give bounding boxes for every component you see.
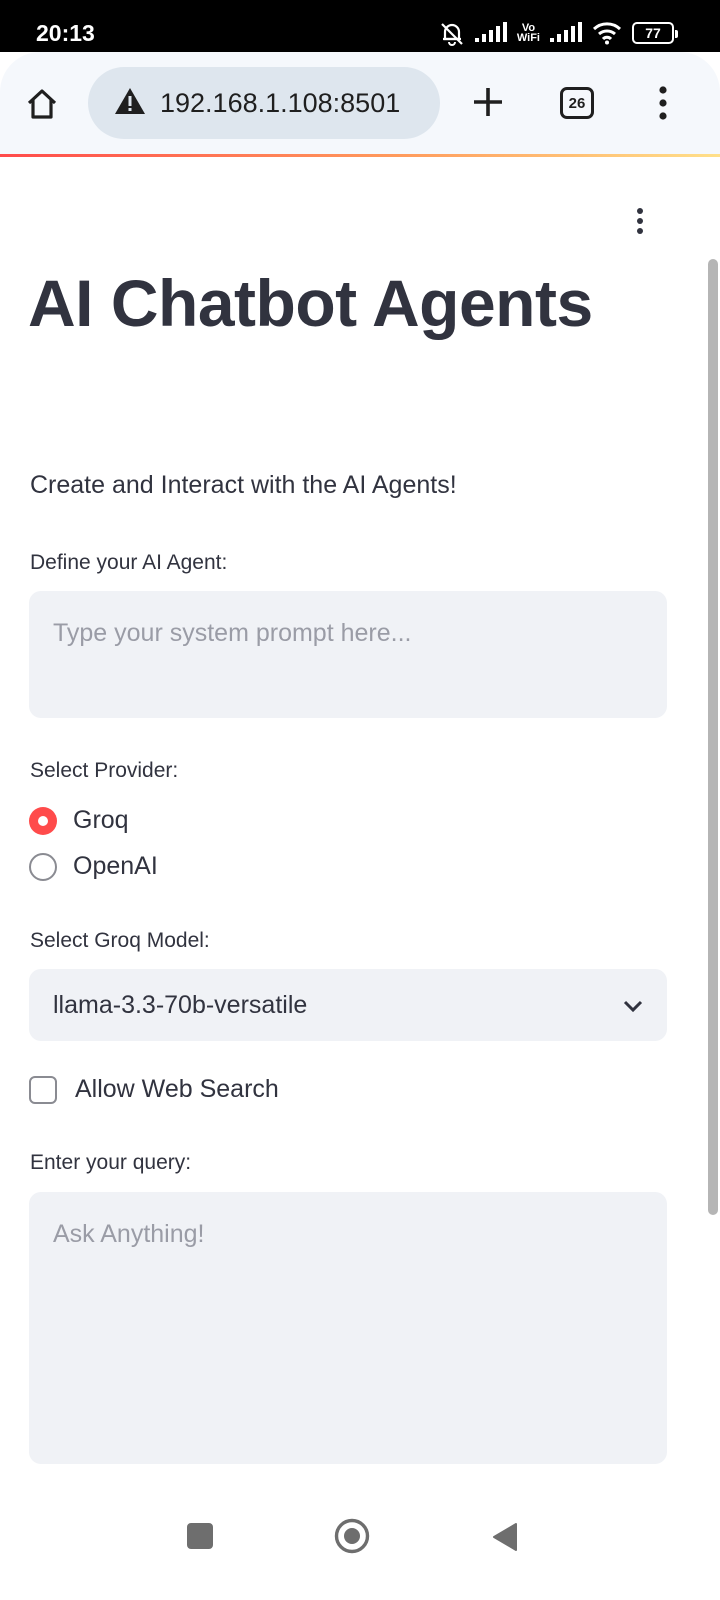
- signal-icon: [550, 22, 582, 44]
- home-circle-icon[interactable]: [334, 1518, 370, 1559]
- vowifi-bottom-label: WiFi: [516, 32, 540, 44]
- model-select[interactable]: llama-3.3-70b-versatile: [29, 969, 667, 1041]
- app-menu-kebab-icon[interactable]: [636, 207, 660, 237]
- chevron-down-icon: [623, 991, 643, 1020]
- scrollbar[interactable]: [708, 259, 718, 1215]
- page-subtitle: Create and Interact with the AI Agents!: [30, 471, 457, 499]
- url-text: 192.168.1.108:8501: [160, 87, 401, 118]
- mute-bell-icon: [439, 20, 465, 46]
- radio-unchecked-icon[interactable]: [29, 852, 57, 881]
- new-tab-plus-icon[interactable]: [470, 84, 506, 120]
- web-search-label: Allow Web Search: [75, 1075, 279, 1103]
- not-secure-warning-icon[interactable]: [114, 87, 146, 120]
- battery-icon: 77: [632, 22, 678, 44]
- checkbox-icon[interactable]: [29, 1075, 57, 1104]
- model-label: Select Groq Model:: [30, 929, 210, 952]
- provider-option-label: Groq: [73, 806, 129, 834]
- query-placeholder: Ask Anything!: [53, 1220, 205, 1248]
- query-input[interactable]: Ask Anything!: [29, 1192, 667, 1464]
- home-icon[interactable]: [22, 84, 62, 124]
- page-title: AI Chatbot Agents: [28, 266, 593, 340]
- tab-count: 26: [560, 87, 594, 119]
- address-bar[interactable]: 192.168.1.108:8501: [88, 67, 440, 139]
- web-page: AI Chatbot Agents Create and Interact wi…: [0, 157, 720, 1480]
- vowifi-icon: Vo WiFi: [516, 23, 540, 44]
- provider-option-openai[interactable]: OpenAI: [29, 852, 158, 881]
- web-search-toggle[interactable]: Allow Web Search: [29, 1075, 279, 1104]
- back-triangle-icon[interactable]: [492, 1522, 518, 1557]
- provider-label: Select Provider:: [30, 759, 179, 782]
- provider-option-groq[interactable]: Groq: [29, 806, 129, 835]
- browser-toolbar: 192.168.1.108:8501 26: [0, 52, 720, 155]
- menu-kebab-icon[interactable]: [650, 84, 676, 122]
- status-icons: Vo WiFi 77: [439, 20, 678, 46]
- model-selected-value: llama-3.3-70b-versatile: [53, 990, 308, 1019]
- radio-checked-icon[interactable]: [29, 806, 57, 835]
- system-prompt-placeholder: Type your system prompt here...: [53, 619, 412, 647]
- system-prompt-input[interactable]: Type your system prompt here...: [29, 591, 667, 718]
- tabs-icon[interactable]: 26: [558, 85, 596, 121]
- wifi-icon: [592, 21, 622, 45]
- recents-square-icon[interactable]: [186, 1522, 214, 1555]
- signal-icon: [474, 22, 507, 44]
- status-time: 20:13: [36, 20, 95, 46]
- system-prompt-label: Define your AI Agent:: [30, 551, 228, 574]
- query-label: Enter your query:: [30, 1151, 192, 1174]
- status-bar: 20:13 Vo WiFi 77: [0, 0, 720, 52]
- provider-option-label: OpenAI: [73, 852, 158, 880]
- navigation-bar: [0, 1480, 720, 1600]
- battery-level: 77: [645, 25, 661, 41]
